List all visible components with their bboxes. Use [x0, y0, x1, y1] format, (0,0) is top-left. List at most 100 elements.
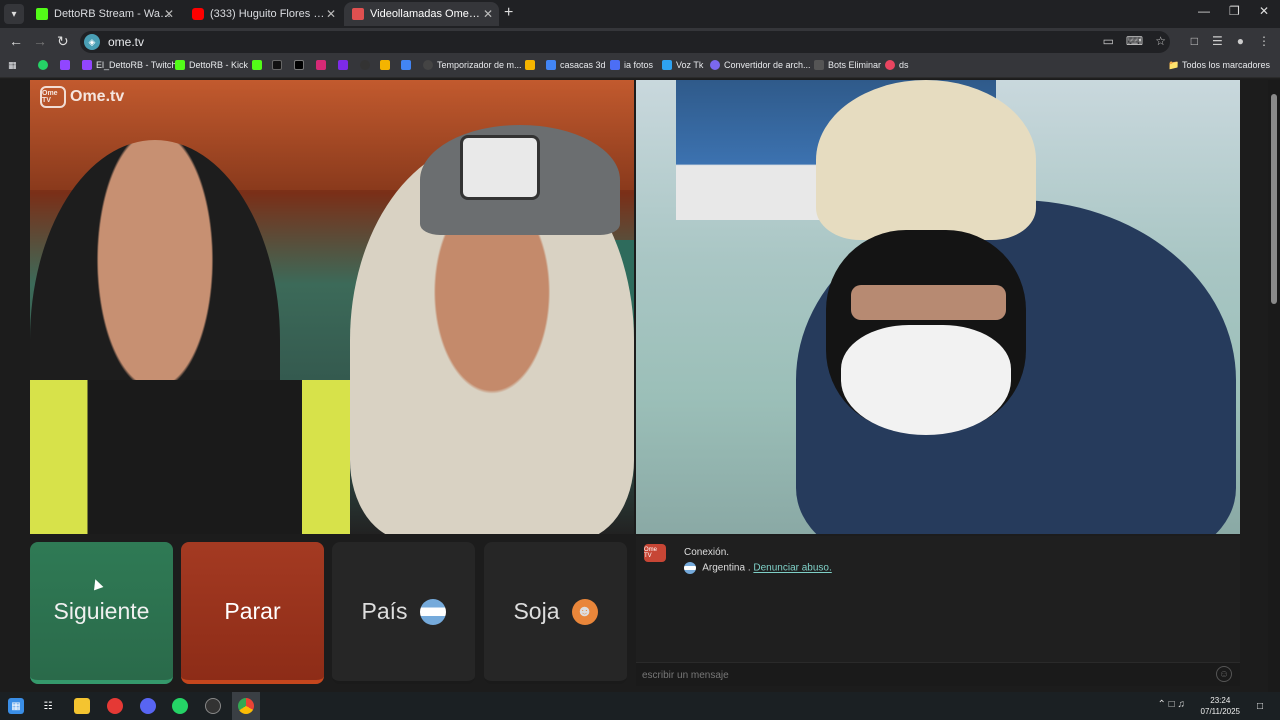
close-icon[interactable]: ✕ — [164, 7, 174, 21]
bookmark-ia-fotos[interactable]: ia fotos — [610, 60, 653, 70]
bookmark-icon[interactable] — [360, 60, 374, 70]
tab-title: (333) Huguito Flores el Super — [210, 8, 330, 20]
restore-icon[interactable]: ❐ — [1229, 4, 1240, 18]
whatsapp-bookmark-icon[interactable] — [38, 60, 52, 70]
argentina-flag-icon — [419, 598, 446, 625]
site-info-icon[interactable]: ◈ — [84, 34, 100, 50]
bookmark-casacas[interactable] — [525, 60, 539, 70]
instagram-bookmark-icon[interactable] — [316, 60, 330, 70]
kick-icon — [175, 60, 185, 70]
notifications-icon[interactable]: □ — [1252, 698, 1268, 714]
twitch-bookmark-icon[interactable] — [60, 60, 74, 70]
bookmark-convertidor[interactable]: Convertidor de arch... — [710, 60, 811, 70]
bot-icon — [814, 60, 824, 70]
emoji-icon[interactable]: ☺ — [1216, 666, 1232, 682]
tab-title: Videollamadas OmeTV — A — [370, 8, 480, 20]
wolf-patch — [460, 135, 540, 200]
message-input[interactable] — [642, 667, 1202, 683]
bookmark-ds[interactable]: ds — [885, 60, 909, 70]
voice-icon — [662, 60, 672, 70]
tab-ometv[interactable]: Videollamadas OmeTV — A ✕ — [344, 2, 499, 26]
whatsapp-icon[interactable] — [172, 698, 188, 714]
close-icon[interactable]: ✕ — [326, 7, 336, 21]
self-video — [636, 80, 1240, 534]
person-emoji-icon: ☻ — [571, 598, 598, 625]
kick-icon — [36, 8, 48, 20]
all-bookmarks-folder[interactable]: 📁 Todos los marcadores — [1168, 60, 1270, 71]
cast-icon[interactable]: ▭ — [1103, 34, 1114, 48]
apps-icon[interactable]: ▦ — [8, 60, 17, 71]
message-bar: ☺ — [636, 662, 1240, 686]
discord-icon[interactable] — [140, 698, 156, 714]
bookmark-timer[interactable]: Temporizador de m... — [423, 60, 522, 70]
tab-search-button[interactable]: ▾ — [4, 4, 24, 24]
partner-video: Ome TV Ome.tv — [30, 80, 634, 534]
app-icon[interactable] — [107, 698, 123, 714]
kick-bookmark-icon[interactable] — [252, 60, 266, 70]
chat-country-line: Argentina . Denunciar abuso. — [684, 562, 832, 574]
bookmark-twitch[interactable]: El_DettoRB - Twitch — [82, 60, 176, 70]
discord-icon — [885, 60, 895, 70]
chrome-icon[interactable] — [238, 698, 254, 714]
reload-icon[interactable]: ↻ — [57, 33, 69, 50]
canva-bookmark-icon[interactable] — [338, 60, 352, 70]
url-text[interactable]: ome.tv — [108, 35, 144, 49]
system-tray[interactable]: ⌃ □ ♫ — [1158, 699, 1185, 710]
x-bookmark-icon[interactable] — [294, 60, 308, 70]
timer-icon — [423, 60, 433, 70]
window-close-icon[interactable]: ✕ — [1259, 4, 1269, 18]
skull-print — [841, 325, 1011, 435]
scrollbar-thumb[interactable] — [1271, 94, 1277, 304]
tab-strip: ▾ DettoRB Stream - Watch Live on Kick ✕ … — [0, 0, 1280, 28]
tab-kick[interactable]: DettoRB Stream - Watch Live on Kick ✕ — [28, 2, 180, 26]
tab-title: DettoRB Stream - Watch Live on Kick — [54, 8, 174, 20]
bookmark-bots-eliminar[interactable]: Bots Eliminar — [814, 60, 881, 70]
bookmark-icon[interactable] — [401, 60, 415, 70]
partner-country: Argentina . — [702, 562, 751, 574]
extensions-icon[interactable]: □ — [1191, 34, 1198, 48]
minimize-icon[interactable]: — — [1198, 4, 1210, 18]
bookmark-voz-tk[interactable]: Voz Tk — [662, 60, 703, 70]
chat-panel: Ome TV Conexión. Argentina . Denunciar a… — [636, 536, 1240, 662]
chat-status: Conexión. — [684, 547, 730, 558]
argentina-flag-icon — [684, 562, 696, 574]
image-icon — [546, 60, 556, 70]
obs-icon[interactable] — [205, 698, 221, 714]
youtube-icon — [192, 8, 204, 20]
close-icon[interactable]: ✕ — [483, 7, 493, 21]
twitch-icon — [82, 60, 92, 70]
task-view-icon[interactable]: ☷ — [40, 698, 56, 714]
profile-avatar-icon[interactable]: ● — [1237, 34, 1244, 48]
tiktok-bookmark-icon[interactable] — [272, 60, 286, 70]
file-explorer-icon[interactable] — [74, 698, 90, 714]
bookmark-icon[interactable] — [380, 60, 394, 70]
stop-button[interactable]: Parar — [181, 542, 324, 684]
beige-cap — [816, 80, 1036, 240]
tab-youtube[interactable]: (333) Huguito Flores el Super ✕ — [184, 2, 342, 26]
bookmark-kick[interactable]: DettoRB - Kick — [175, 60, 248, 70]
gender-filter-button[interactable]: Soja ☻ — [484, 542, 627, 684]
country-filter-button[interactable]: País — [332, 542, 475, 684]
windows-start-icon[interactable]: ▦ — [8, 698, 24, 714]
back-icon[interactable]: ← — [9, 33, 23, 49]
windows-taskbar: ▦ ☷ ⌃ □ ♫ 23:24 07/11/2025 □ — [0, 692, 1280, 720]
menu-icon[interactable]: ⋮ — [1258, 34, 1270, 48]
clock[interactable]: 23:24 07/11/2025 — [1201, 695, 1240, 717]
ometv-logo: Ome TV Ome.tv — [40, 86, 124, 108]
media-icon[interactable]: ☰ — [1212, 34, 1223, 48]
browser-toolbar: ← → ↻ ◈ ome.tv ▭ ⌨ ☆ □ ☰ ● ⋮ — [0, 28, 1280, 56]
ai-icon — [610, 60, 620, 70]
page-scrollbar[interactable] — [1268, 80, 1280, 692]
forward-icon[interactable]: → — [33, 33, 47, 49]
new-tab-button[interactable]: + — [504, 5, 513, 21]
bookmark-star-icon[interactable]: ☆ — [1155, 34, 1166, 48]
report-abuse-link[interactable]: Denunciar abuso. — [753, 563, 831, 574]
bookmarks-bar: ▦ El_DettoRB - Twitch DettoRB - Kick Tem… — [0, 56, 1280, 78]
ometv-icon — [352, 8, 364, 20]
next-button[interactable]: Siguiente — [30, 542, 173, 684]
address-bar[interactable]: ◈ ome.tv ▭ ⌨ ☆ — [80, 31, 1170, 53]
translate-icon[interactable]: ⌨ — [1126, 34, 1143, 48]
ometv-chat-logo: Ome TV — [644, 544, 666, 562]
yellow-jacket — [30, 380, 350, 534]
bookmark-casacas-3d[interactable]: casacas 3d — [546, 60, 606, 70]
